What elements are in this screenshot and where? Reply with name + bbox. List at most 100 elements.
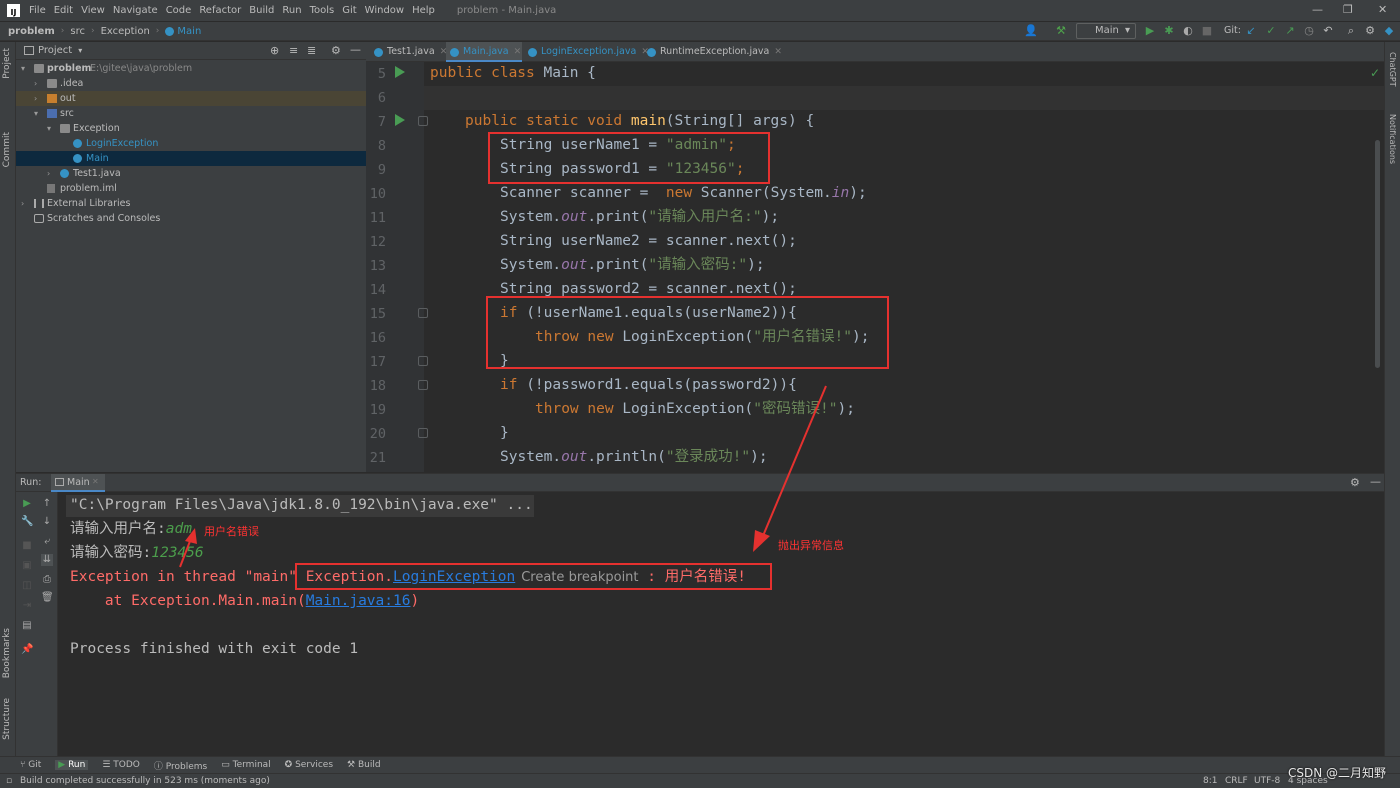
gear-icon[interactable]: ⚙ <box>331 44 341 57</box>
scroll-down-icon[interactable]: ↓ <box>41 516 53 528</box>
fold-icon[interactable] <box>418 428 428 438</box>
menu-build[interactable]: Build <box>249 5 274 16</box>
locate-icon[interactable]: ⊕ <box>270 44 279 57</box>
tree-item-main[interactable]: Main <box>16 151 366 166</box>
fold-icon[interactable] <box>418 380 428 390</box>
project-view-select[interactable]: Project <box>38 45 72 56</box>
scroll-to-end-icon[interactable]: ⇊ <box>41 554 53 566</box>
breadcrumb-project[interactable]: problem <box>8 26 55 37</box>
build-hammer-icon[interactable]: ⚒ <box>1054 24 1068 38</box>
menu-git[interactable]: Git <box>342 5 356 16</box>
close-window-button[interactable]: ✕ <box>1378 3 1387 16</box>
search-icon[interactable]: ⌕ <box>1344 24 1358 38</box>
clear-all-icon[interactable]: 🗑 <box>41 592 54 604</box>
scroll-up-icon[interactable]: ↑ <box>41 498 53 510</box>
stop-icon[interactable]: ■ <box>21 540 33 552</box>
tree-item-idea[interactable]: › .idea <box>16 76 366 91</box>
tree-item-scratches[interactable]: Scratches and Consoles <box>16 211 366 226</box>
file-encoding[interactable]: UTF-8 <box>1254 774 1280 788</box>
menu-window[interactable]: Window <box>365 5 404 16</box>
fold-icon[interactable] <box>418 116 428 126</box>
tree-item-problem-iml[interactable]: problem.iml <box>16 181 366 196</box>
git-push-icon[interactable]: ↗ <box>1283 24 1297 38</box>
run-gutter-icon[interactable] <box>395 114 405 126</box>
tree-item-exception[interactable]: ▾ Exception <box>16 121 366 136</box>
minimize-button[interactable]: — <box>1312 3 1323 16</box>
git-commit-icon[interactable]: ✓ <box>1264 24 1278 38</box>
coverage-icon[interactable]: ◐ <box>1181 24 1195 38</box>
run-gutter-icon[interactable] <box>395 66 405 78</box>
structure-tool-tab[interactable]: Structure <box>2 698 12 740</box>
exit-icon[interactable]: ⇥ <box>21 600 33 612</box>
tool-tab-todo[interactable]: ☰ TODO <box>102 760 140 770</box>
line-separator[interactable]: CRLF <box>1225 774 1248 788</box>
git-update-icon[interactable]: ↙ <box>1244 24 1258 38</box>
gear-icon[interactable]: ⚙ <box>1350 476 1360 489</box>
tab-loginexception[interactable]: LoginException.java ✕ <box>524 42 649 62</box>
debug-icon[interactable]: ✱ <box>1162 24 1176 38</box>
notifications-tool-tab[interactable]: Notifications <box>1388 114 1397 164</box>
caret-position[interactable]: 8:1 <box>1203 774 1217 788</box>
editor-scrollbar[interactable] <box>1375 140 1380 368</box>
hide-icon[interactable]: — <box>350 43 361 56</box>
fold-icon[interactable] <box>418 308 428 318</box>
close-tab-icon[interactable]: ✕ <box>514 47 522 57</box>
status-message[interactable]: Build completed successfully in 523 ms (… <box>20 774 270 788</box>
print-icon[interactable]: ⎙ <box>41 574 53 586</box>
stop-icon[interactable]: ■ <box>1200 24 1214 38</box>
user-icon[interactable]: 👤 <box>1024 24 1038 38</box>
tool-tab-services[interactable]: ✪ Services <box>285 760 333 770</box>
expand-all-icon[interactable]: ≡ <box>289 44 298 57</box>
tool-tab-git[interactable]: ⑂ Git <box>20 760 41 770</box>
restore-layout-icon[interactable]: ◫ <box>21 580 33 592</box>
run-tab-main[interactable]: Main ✕ <box>51 474 105 492</box>
settings-gear-icon[interactable]: ⚙ <box>1363 24 1377 38</box>
menu-code[interactable]: Code <box>166 5 192 16</box>
pin-icon[interactable]: 📌 <box>21 644 33 656</box>
tree-item-external-libraries[interactable]: › External Libraries <box>16 196 366 211</box>
tab-runtimeexception[interactable]: RuntimeException.java ✕ <box>643 42 782 62</box>
hide-icon[interactable]: — <box>1370 475 1381 488</box>
close-tab-icon[interactable]: ✕ <box>92 477 99 486</box>
run-icon[interactable]: ▶ <box>1143 24 1157 38</box>
run-configuration-select[interactable]: Main ▾ <box>1076 23 1136 39</box>
menu-run[interactable]: Run <box>282 5 301 16</box>
tab-test1[interactable]: Test1.java ✕ <box>370 42 447 62</box>
inspection-ok-icon[interactable]: ✓ <box>1370 66 1380 80</box>
tool-tab-terminal[interactable]: ▭ Terminal <box>221 760 270 770</box>
close-tab-icon[interactable]: ✕ <box>774 47 782 57</box>
tree-item-loginexception[interactable]: LoginException <box>16 136 366 151</box>
tool-tab-run[interactable]: ▶ Run <box>55 760 89 770</box>
breadcrumb-exception[interactable]: Exception <box>101 26 150 37</box>
maximize-button[interactable]: ❐ <box>1343 3 1353 16</box>
rollback-icon[interactable]: ↶ <box>1321 24 1335 38</box>
menu-refactor[interactable]: Refactor <box>199 5 241 16</box>
tab-main[interactable]: Main.java ✕ <box>446 42 522 62</box>
tool-tab-build[interactable]: ⚒ Build <box>347 760 381 770</box>
bookmarks-tool-tab[interactable]: Bookmarks <box>2 628 12 678</box>
collapse-all-icon[interactable]: ≣ <box>307 44 316 57</box>
rerun-icon[interactable]: ▶ <box>21 498 33 510</box>
tool-tab-problems[interactable]: ⓘ Problems <box>154 759 207 772</box>
project-tool-tab[interactable]: Project <box>2 48 12 79</box>
history-icon[interactable]: ◷ <box>1302 24 1316 38</box>
menu-view[interactable]: View <box>81 5 105 16</box>
stacktrace-link[interactable]: Main.java:16 <box>306 593 411 609</box>
tree-item-out[interactable]: › out <box>16 91 366 106</box>
menu-file[interactable]: File <box>29 5 46 16</box>
plugin-icon[interactable]: ◆ <box>1382 24 1396 38</box>
menu-help[interactable]: Help <box>412 5 435 16</box>
layout-icon[interactable]: ▤ <box>21 620 33 632</box>
chatgpt-tool-tab[interactable]: ChatGPT <box>1388 52 1397 87</box>
menu-edit[interactable]: Edit <box>54 5 73 16</box>
commit-tool-tab[interactable]: Commit <box>2 132 12 167</box>
tree-item-src[interactable]: ▾ src <box>16 106 366 121</box>
soft-wrap-icon[interactable]: ⤶ <box>41 536 53 548</box>
tree-item-test1[interactable]: › Test1.java <box>16 166 366 181</box>
fold-icon[interactable] <box>418 356 428 366</box>
tree-item-problem[interactable]: ▾ problem E:\gitee\java\problem <box>16 61 366 76</box>
status-info-icon[interactable]: ▫ <box>6 774 12 788</box>
menu-navigate[interactable]: Navigate <box>113 5 158 16</box>
menu-tools[interactable]: Tools <box>310 5 335 16</box>
breadcrumb-src[interactable]: src <box>70 26 85 37</box>
